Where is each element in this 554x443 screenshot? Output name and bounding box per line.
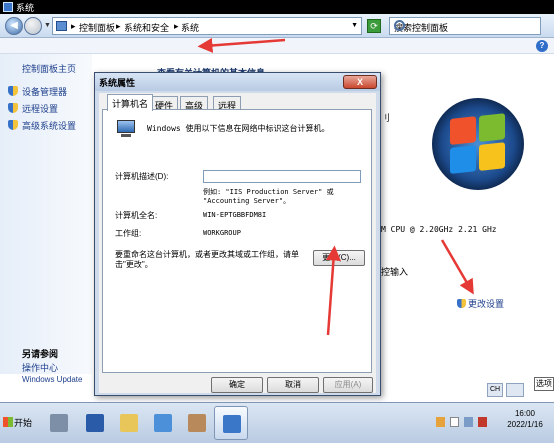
control-panel-icon — [56, 21, 67, 31]
window-title: 系统 — [16, 3, 35, 13]
computer-name-panel: Windows 使用以下信息在网络中标识这台计算机。 计算机描述(D): 例如:… — [102, 109, 372, 373]
see-also-heading: 另请参阅 — [22, 349, 59, 359]
shield-icon — [8, 86, 18, 96]
explorer-button[interactable] — [112, 406, 146, 440]
network-icon[interactable] — [464, 417, 473, 427]
help-icon[interactable]: ? — [536, 40, 548, 52]
start-label: 开始 — [14, 418, 33, 428]
change-settings-label: 更改设置 — [468, 299, 505, 309]
flag-icon[interactable] — [450, 417, 459, 427]
volume-icon[interactable] — [478, 417, 487, 427]
refresh-button[interactable]: ⟳ — [367, 19, 381, 33]
system-properties-dialog: 系统属性 X 计算机名 硬件 高级 远程 Windows 使用以下信息在网络中标… — [94, 72, 381, 396]
close-button[interactable]: X — [343, 75, 377, 89]
forward-button[interactable] — [24, 17, 42, 35]
computer-description-label: 计算机描述(D): — [115, 172, 169, 181]
obscured-text-fragment: 刂 — [381, 113, 391, 123]
search-icon[interactable] — [394, 20, 405, 31]
processor-value: M CPU @ 2.20GHz 2.21 GHz — [381, 225, 497, 234]
cancel-button[interactable]: 取消 — [267, 377, 319, 393]
rename-instructions: 要重命名这台计算机，或者更改其域或工作组，请单击"更改"。 — [115, 250, 299, 269]
device-manager-link[interactable]: 设备管理器 — [22, 85, 67, 98]
tools-button[interactable] — [180, 406, 214, 440]
folder-icon — [120, 414, 138, 432]
control-panel-taskbar-icon — [154, 414, 172, 432]
address-field[interactable]: ▸ 控制面板 ▸ 系统和安全 ▸ 系统 ▼ — [52, 17, 362, 35]
server-manager-icon — [50, 414, 68, 432]
full-computer-name-value: WIN-EPTGBBFDM8I — [203, 211, 267, 219]
clock[interactable]: 16:00 2022/1/16 — [500, 408, 550, 430]
workgroup-value: WORKGROUP — [203, 229, 241, 237]
server-manager-button[interactable] — [42, 406, 76, 440]
taskbar: 开始 16:00 2022/1/16 — [0, 402, 554, 443]
clock-date: 2022/1/16 — [507, 420, 543, 429]
tab-advanced[interactable]: 高级 — [180, 96, 209, 111]
windows-flag-icon — [450, 113, 506, 175]
windows-update-link[interactable]: Windows Update — [22, 375, 82, 384]
start-button[interactable]: 开始 — [3, 413, 37, 433]
remote-settings-link[interactable]: 远程设置 — [22, 102, 58, 115]
shield-icon — [8, 120, 18, 130]
pen-touch-value: 控输入 — [381, 267, 409, 277]
tab-hardware[interactable]: 硬件 — [150, 96, 179, 111]
breadcrumb-system[interactable]: 系统 — [181, 21, 199, 34]
windows-logo — [432, 98, 524, 190]
breadcrumb-control-panel[interactable]: 控制面板 — [79, 21, 115, 34]
options-button[interactable]: 选项 — [534, 377, 554, 391]
control-panel-button[interactable] — [146, 406, 180, 440]
tab-computer-name[interactable]: 计算机名 — [107, 94, 154, 111]
window-titlebar[interactable]: 系统 — [0, 0, 554, 14]
notification-area — [436, 417, 496, 429]
description-example: 例如: "IIS Production Server" 或 "Accountin… — [203, 188, 334, 205]
system-window-icon — [3, 2, 13, 12]
tray-up-icon[interactable] — [436, 417, 445, 427]
search-input[interactable]: 搜索控制面板 — [389, 17, 541, 35]
dialog-titlebar[interactable]: 系统属性 X — [95, 73, 380, 91]
change-button[interactable]: 更改(C)... — [313, 250, 365, 266]
workgroup-label: 工作组: — [115, 229, 142, 238]
control-panel-home-link[interactable]: 控制面板主页 — [22, 62, 76, 75]
command-bar: ? — [0, 38, 554, 54]
apply-button[interactable]: 应用(A) — [323, 377, 373, 393]
dialog-body: 计算机名 硬件 高级 远程 Windows 使用以下信息在网络中标识这台计算机。… — [99, 93, 376, 393]
powershell-button[interactable] — [78, 406, 112, 440]
clock-time: 16:00 — [514, 409, 536, 418]
left-pane: 控制面板主页 设备管理器 远程设置 高级系统设置 另请参阅 操作中心 Windo… — [0, 54, 92, 384]
recent-pages-dropdown[interactable]: ▼ — [44, 22, 51, 29]
powershell-icon — [86, 414, 104, 432]
action-center-link[interactable]: 操作中心 — [22, 361, 58, 374]
keyboard-icon[interactable] — [506, 383, 524, 397]
system-window-button[interactable] — [214, 406, 248, 440]
language-indicator[interactable]: CH — [487, 383, 503, 397]
shield-icon — [8, 103, 18, 113]
ok-button[interactable]: 确定 — [211, 377, 263, 393]
breadcrumb-system-security[interactable]: 系统和安全 — [124, 21, 169, 34]
address-bar-area: ◀ ▼ ▸ 控制面板 ▸ 系统和安全 ▸ 系统 ▼ ⟳ 搜索控制面板 — [0, 14, 554, 38]
windows-start-icon — [3, 417, 13, 427]
address-dropdown-icon[interactable]: ▼ — [351, 22, 358, 29]
computer-description-field[interactable] — [203, 170, 361, 183]
back-button[interactable]: ◀ — [5, 17, 23, 35]
intro-text: Windows 使用以下信息在网络中标识这台计算机。 — [147, 124, 330, 133]
dialog-title: 系统属性 — [99, 78, 136, 88]
change-settings-link[interactable]: 更改设置 — [457, 297, 504, 310]
computer-icon — [115, 120, 137, 138]
shield-icon — [457, 299, 466, 308]
advanced-system-settings-link[interactable]: 高级系统设置 — [22, 119, 76, 132]
full-computer-name-label: 计算机全名: — [115, 211, 158, 220]
tab-remote[interactable]: 远程 — [213, 96, 242, 111]
system-icon — [223, 415, 241, 433]
tools-icon — [188, 414, 206, 432]
